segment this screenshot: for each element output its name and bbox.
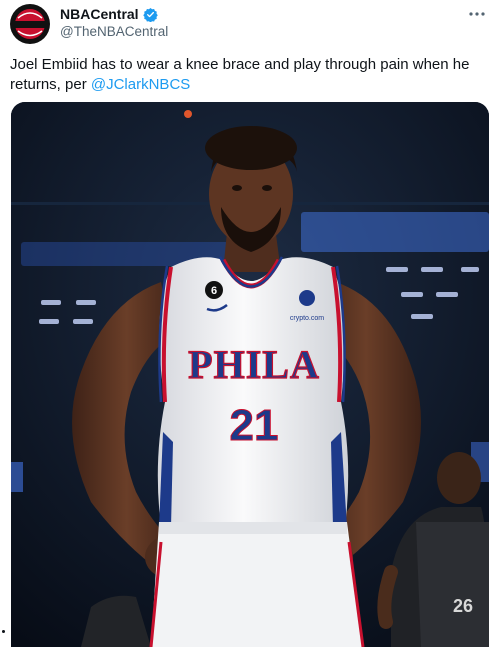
more-options-button[interactable] xyxy=(467,4,487,24)
verified-badge-icon xyxy=(142,7,158,22)
nba-central-logo xyxy=(11,5,49,43)
tweet-body: Joel Embiid has to wear a knee brace and… xyxy=(10,56,470,93)
opponent-number: 26 xyxy=(453,596,473,616)
tweet-photo[interactable]: 26 6 crypto.com PHILA 21 xyxy=(11,102,489,647)
photo-illustration: 26 6 crypto.com PHILA 21 xyxy=(11,102,489,647)
tweet-text: Joel Embiid has to wear a knee brace and… xyxy=(10,55,490,95)
avatar[interactable] xyxy=(10,4,50,44)
display-name[interactable]: NBACentral xyxy=(60,6,139,22)
jersey-number: 21 xyxy=(230,401,279,450)
ellipsis-icon xyxy=(469,12,485,16)
jersey-sponsor: crypto.com xyxy=(290,315,324,322)
mention-link[interactable]: @JClarkNBCS xyxy=(91,76,190,93)
bullet-dot xyxy=(2,630,5,633)
jersey-patch-number: 6 xyxy=(211,285,217,297)
jersey-team-text: PHILA xyxy=(188,342,320,387)
author-handle[interactable]: @TheNBACentral xyxy=(60,24,168,39)
